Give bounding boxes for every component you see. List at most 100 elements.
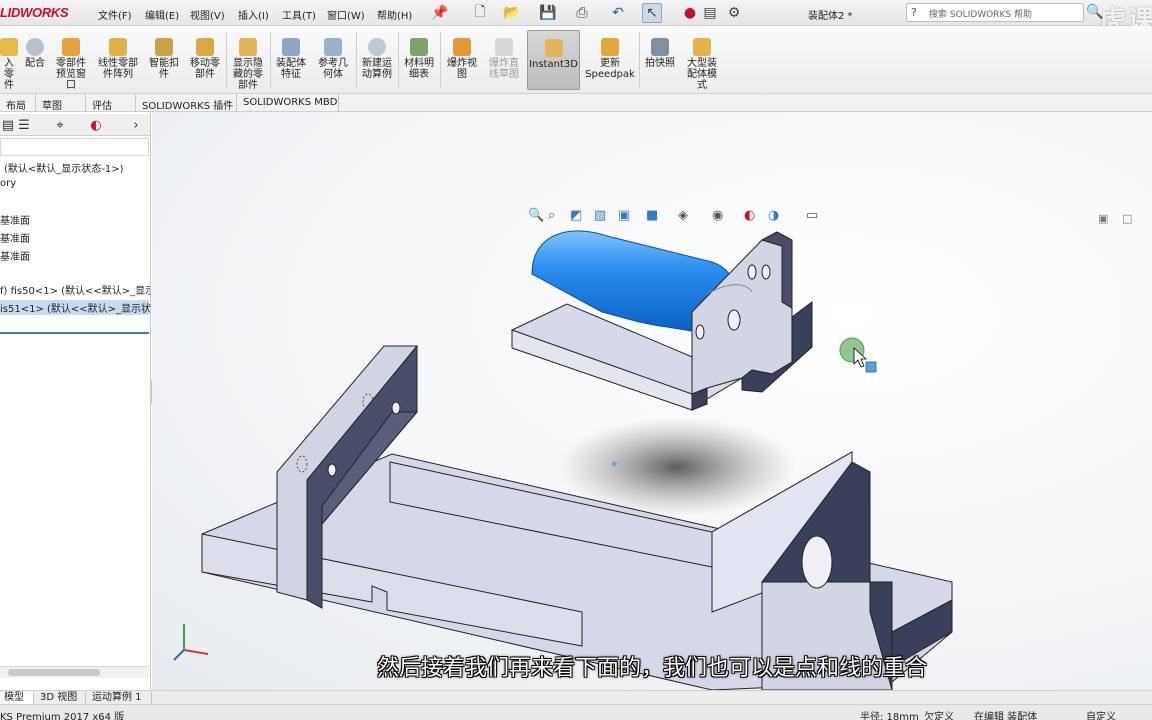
panel-horizontal-scrollbar[interactable] xyxy=(0,666,149,678)
menu-file[interactable]: 文件(F) xyxy=(98,7,132,22)
insert-components-button[interactable]: 入零 件 xyxy=(0,30,18,91)
tab-sketch[interactable]: 草图 xyxy=(36,94,86,112)
take-snapshot-button[interactable]: 拍快照 xyxy=(642,30,678,90)
reference-geometry-label: 参考几 何体 xyxy=(318,58,348,80)
bill-of-materials-button[interactable]: 材料明 细表 xyxy=(400,30,438,90)
rollback-bar[interactable] xyxy=(0,332,149,334)
left-upright-hole-2 xyxy=(327,463,337,477)
apply-scene-icon[interactable]: ◑ xyxy=(768,208,779,223)
display-style-icon[interactable]: ◈ xyxy=(678,208,688,223)
assembly-features-label: 装配体 特征 xyxy=(276,58,306,80)
smart-fasteners-button[interactable]: 智能扣 件 xyxy=(146,30,182,90)
graphics-viewport[interactable]: + 🔍 ⌕ ◩ ▧ ▣ ■ ◈ ◉ ◐ ◑ ▭ ▣ □ 然后接着我们再来看下面的… xyxy=(152,112,1152,690)
assembly-features-button[interactable]: 装配体 特征 xyxy=(272,30,310,90)
instant3d-button[interactable]: Instant3D xyxy=(527,30,580,90)
undo-icon[interactable]: ↶ xyxy=(608,3,628,23)
explode-line-sketch-label: 爆炸直 线草图 xyxy=(489,58,519,80)
select-pointer-icon[interactable]: ↖ xyxy=(642,3,662,23)
reference-geometry-button[interactable]: 参考几 何体 xyxy=(314,30,352,90)
tree-item-fis51-selected[interactable]: is51<1> (默认<<默认>_显示状 xyxy=(0,300,150,315)
mate-button[interactable]: 配合 xyxy=(20,30,50,90)
motion-study-icon xyxy=(368,38,386,56)
feature-tree-filter[interactable] xyxy=(0,138,149,156)
ribbon-separator xyxy=(440,32,441,88)
bill-of-materials-label: 材料明 细表 xyxy=(404,58,434,80)
tile-windows-icon[interactable]: ▣ xyxy=(1098,212,1108,225)
zoom-to-fit-icon[interactable]: 🔍 xyxy=(528,208,544,223)
new-motion-study-button[interactable]: 新建运 动算例 xyxy=(358,30,396,90)
display-manager-tab-icon[interactable]: ◐ xyxy=(82,116,110,134)
component-preview-button[interactable]: 零部件 预览窗 口 xyxy=(52,30,90,91)
menu-view[interactable]: 视图(V) xyxy=(190,7,225,22)
section-view-icon[interactable]: ▧ xyxy=(594,208,606,223)
scrollbar-thumb[interactable] xyxy=(8,669,100,676)
tree-item-front-plane[interactable]: 基准面 xyxy=(0,212,30,227)
property-manager-tab-icon[interactable]: ☰ xyxy=(10,116,38,134)
base-part[interactable] xyxy=(201,344,953,690)
right-block-hole xyxy=(801,535,833,589)
insert-components-icon xyxy=(0,38,18,56)
previous-view-icon[interactable]: ◩ xyxy=(570,208,582,223)
edit-appearance-icon[interactable]: ◐ xyxy=(744,208,755,223)
menu-help[interactable]: 帮助(H) xyxy=(377,7,412,22)
tree-item-right-plane[interactable]: 基准面 xyxy=(0,248,30,263)
view-orientation-icon[interactable]: ■ xyxy=(646,208,658,223)
linear-pattern-button[interactable]: 线性零部 件阵列 xyxy=(94,30,142,90)
command-manager-ribbon: 入零 件 配合 零部件 预览窗 口 线性零部 件阵列 智能扣 件 移动零 部件 … xyxy=(0,26,1152,94)
menu-tools[interactable]: 工具(T) xyxy=(282,7,316,22)
smart-fasteners-label: 智能扣 件 xyxy=(149,58,179,80)
zoom-area-icon[interactable]: ⌕ xyxy=(548,208,555,223)
file-properties-icon[interactable]: ▤ xyxy=(700,3,720,23)
menu-edit[interactable]: 编辑(E) xyxy=(145,7,179,22)
update-speedpak-button[interactable]: 更新 Speedpak xyxy=(584,30,636,90)
chevron-right-icon[interactable]: › xyxy=(128,116,144,134)
menu-window[interactable]: 窗口(W) xyxy=(327,7,365,22)
show-hidden-components-button[interactable]: 显示隐 藏的零 部件 xyxy=(228,30,268,91)
speedpak-icon xyxy=(601,38,619,56)
tree-item-assembly-config[interactable]: (默认<默认_显示状态-1>) xyxy=(4,160,124,175)
update-speedpak-label: 更新 Speedpak xyxy=(585,58,635,80)
tree-item-fis50[interactable]: f) fis50<1> (默认<<默认>_显示 xyxy=(0,282,150,297)
tree-item-top-plane[interactable]: 基准面 xyxy=(0,230,30,245)
bracket-hole-mid xyxy=(727,309,741,331)
status-units-custom[interactable]: 自定义 xyxy=(1086,708,1116,720)
large-assembly-label: 大型装 配体模 式 xyxy=(687,58,717,91)
new-document-icon[interactable]: 🗋 xyxy=(470,3,490,23)
view-settings-icon[interactable]: ▭ xyxy=(806,208,818,223)
linear-pattern-label: 线性零部 件阵列 xyxy=(98,58,138,80)
tab-solidworks-mbd[interactable]: SOLIDWORKS MBD xyxy=(237,94,339,112)
dynamic-annotation-icon[interactable]: ▣ xyxy=(618,208,630,223)
bracket-hole-top-1 xyxy=(747,264,757,280)
tab-layout[interactable]: 布局 xyxy=(0,94,36,112)
pin-icon[interactable]: 📌 xyxy=(430,3,450,23)
ribbon-separator xyxy=(398,32,399,88)
smart-fasteners-icon xyxy=(155,38,173,56)
open-folder-icon[interactable]: 📂 xyxy=(502,3,522,23)
vertex-selection-icon xyxy=(865,361,877,373)
left-upright-hole-1 xyxy=(391,401,401,415)
large-assembly-mode-button[interactable]: 大型装 配体模 式 xyxy=(682,30,722,91)
menu-insert[interactable]: 插入(I) xyxy=(238,7,269,22)
configuration-manager-tab-icon[interactable]: ⌖ xyxy=(46,116,74,134)
instant3d-icon xyxy=(544,39,563,57)
command-tabs: 布局 草图 评估 SOLIDWORKS 插件 SOLIDWORKS MBD xyxy=(0,94,1152,112)
save-icon[interactable]: 💾 xyxy=(538,3,558,23)
tab-evaluate[interactable]: 评估 xyxy=(86,94,136,112)
instant3d-label: Instant3D xyxy=(529,59,578,70)
origin-marker-icon: + xyxy=(610,459,618,470)
move-component-button[interactable]: 移动零 部件 xyxy=(186,30,224,90)
explode-line-sketch-button[interactable]: 爆炸直 线草图 xyxy=(484,30,524,90)
camera-icon xyxy=(651,38,669,56)
help-search-input[interactable]: ? 搜索 SOLIDWORKS 帮助 xyxy=(906,3,1084,22)
print-icon[interactable]: ⎙ xyxy=(572,3,592,23)
maximize-window-icon[interactable]: □ xyxy=(1122,212,1132,225)
hide-show-items-icon[interactable]: ◉ xyxy=(712,208,723,223)
tree-item-history[interactable]: ory xyxy=(0,178,16,189)
exploded-view-icon xyxy=(453,38,471,56)
options-gear-icon[interactable]: ⚙ xyxy=(724,3,744,23)
upper-part[interactable] xyxy=(510,230,813,411)
rebuild-icon[interactable]: ● xyxy=(680,3,700,23)
exploded-view-button[interactable]: 爆炸视 图 xyxy=(442,30,482,90)
tab-solidworks-addins[interactable]: SOLIDWORKS 插件 xyxy=(136,94,237,112)
take-snapshot-label: 拍快照 xyxy=(645,58,675,69)
